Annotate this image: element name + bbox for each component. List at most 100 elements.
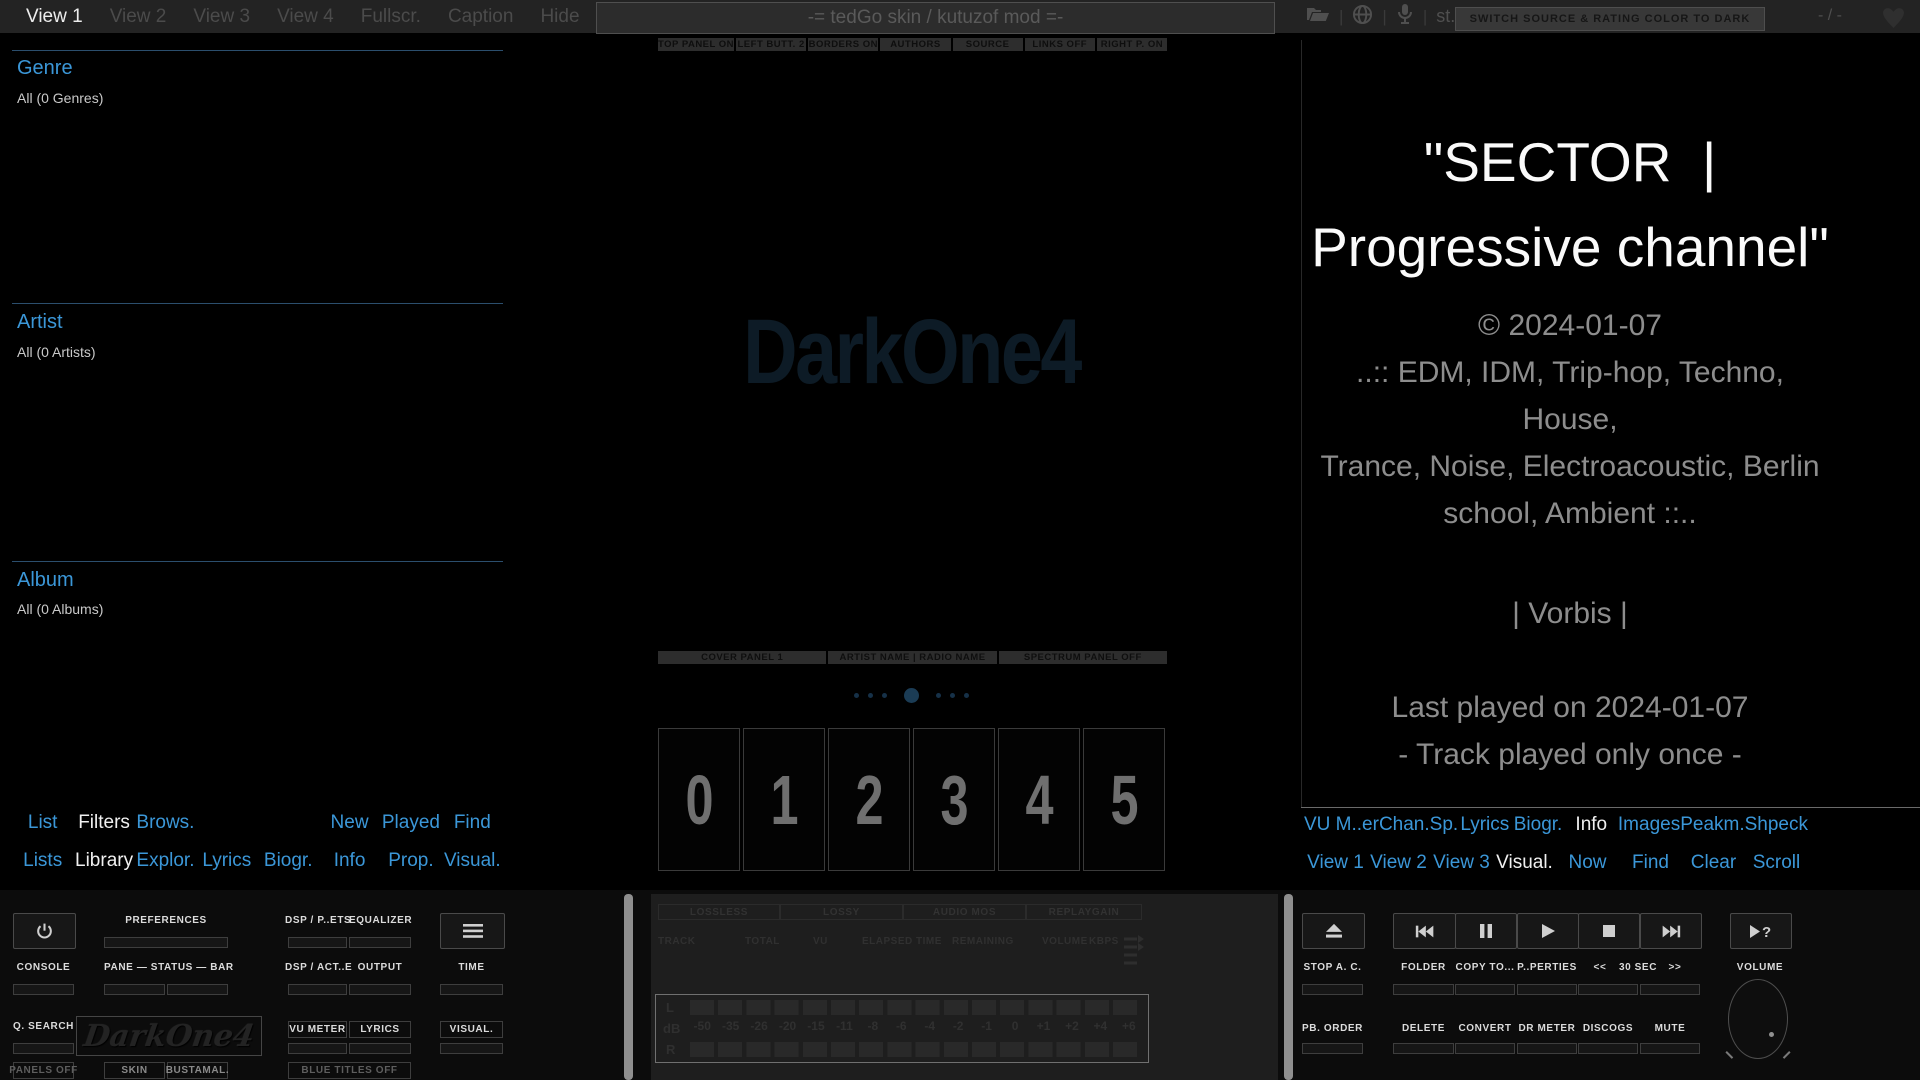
dr-meter-slot[interactable] [1517,1043,1577,1054]
replaygain-button[interactable]: REPLAYGAIN [1026,904,1142,920]
link-right-find[interactable]: Find [1632,852,1669,874]
menu-view4[interactable]: View 4 [277,6,334,28]
link-new[interactable]: New [331,812,369,834]
lyrics-button[interactable]: LYRICS [349,1021,411,1038]
stop-after-current-slot[interactable] [1302,984,1363,995]
link-clear[interactable]: Clear [1691,852,1736,874]
link-right-view3[interactable]: View 3 [1433,852,1490,874]
preferences-slot[interactable] [104,937,228,948]
play-button[interactable] [1517,913,1579,949]
link-find[interactable]: Find [454,812,491,834]
link-library[interactable]: Library [75,850,133,872]
random-play-button[interactable]: ? [1730,913,1792,949]
link-list[interactable]: List [28,812,58,834]
menu-hide[interactable]: Hide [540,6,579,28]
link-played[interactable]: Played [382,812,440,834]
link-lyrics[interactable]: Lyrics [202,850,251,872]
link-images[interactable]: Images [1618,814,1680,836]
genre-section-title[interactable]: Genre [17,57,73,80]
open-folder-icon[interactable] [1306,4,1330,29]
link-visualisation[interactable]: Visual. [444,850,501,872]
pane-slot[interactable] [104,984,165,995]
menu-caption[interactable]: Caption [448,6,514,28]
copy-to-slot[interactable] [1455,984,1515,995]
stop-button[interactable] [1578,913,1640,949]
link-info-right[interactable]: Info [1575,814,1607,836]
panels-off-button[interactable]: PANELS OFF [13,1062,74,1079]
status-bar-slot[interactable] [167,984,228,995]
delete-slot[interactable] [1393,1043,1454,1054]
volume-knob[interactable] [1728,979,1788,1059]
link-vu-meter[interactable]: VU M..er [1304,814,1379,836]
artist-all-row[interactable]: All (0 Artists) [17,344,96,360]
link-explorer[interactable]: Explor. [136,850,194,872]
link-right-visual[interactable]: Visual. [1496,852,1553,874]
link-scroll[interactable]: Scroll [1753,852,1801,874]
power-button[interactable] [13,913,76,949]
quick-search-slot[interactable] [13,1043,74,1054]
album-all-row[interactable]: All (0 Albums) [17,601,103,617]
link-right-view1[interactable]: View 1 [1307,852,1364,874]
tab-links[interactable]: LINKS OFF [1025,38,1095,51]
link-lyrics-right[interactable]: Lyrics [1460,814,1509,836]
lyrics-slot[interactable] [349,1043,411,1054]
link-browse[interactable]: Brows. [136,812,194,834]
switch-source-rating-button[interactable]: SWITCH SOURCE & RATING COLOR TO DARK [1455,7,1765,31]
tab-left-buttons[interactable]: LEFT BUTT. 2 [736,38,806,51]
tab-artist-radio-name[interactable]: ARTIST NAME | RADIO NAME [828,651,996,664]
link-shpeck[interactable]: Shpeck [1745,814,1808,836]
rating-cell-4[interactable]: 4 [998,728,1080,871]
next-button[interactable] [1640,913,1702,949]
seek-back-slot[interactable] [1578,984,1638,995]
album-section-title[interactable]: Album [17,569,74,592]
right-scrollbar[interactable] [1284,894,1293,1080]
folder-slot[interactable] [1393,984,1454,995]
seek-forward-slot[interactable] [1640,984,1700,995]
link-right-view2[interactable]: View 2 [1370,852,1427,874]
pause-button[interactable] [1455,913,1517,949]
audio-mos-button[interactable]: AUDIO MOS [903,904,1026,920]
lossy-button[interactable]: LOSSY [780,904,903,920]
tab-borders[interactable]: BORDERS ON [808,38,878,51]
tab-spectrum-panel[interactable]: SPECTRUM PANEL OFF [999,651,1167,664]
mute-slot[interactable] [1640,1043,1700,1054]
bustamal-button[interactable]: BUSTAMAL. [167,1062,228,1079]
menu-button[interactable] [440,913,505,949]
link-peakmeter[interactable]: Peakm. [1680,814,1744,836]
rating-cell-0[interactable]: 0 [658,728,740,871]
dsp-active-slot[interactable] [288,984,347,995]
visual-button[interactable]: VISUAL. [440,1021,503,1038]
genre-all-row[interactable]: All (0 Genres) [17,90,103,106]
tab-cover-panel[interactable]: COVER PANEL 1 [658,651,826,664]
equalizer-slot[interactable] [349,937,411,948]
tab-right-panel[interactable]: RIGHT P. ON [1097,38,1167,51]
favorite-heart-icon[interactable] [1880,6,1907,34]
tab-top-panel[interactable]: TOP PANEL ON [658,38,734,51]
seek-back-button[interactable]: << [1590,962,1610,973]
artist-section-title[interactable]: Artist [17,311,63,334]
link-now[interactable]: Now [1568,852,1606,874]
menu-view2[interactable]: View 2 [110,6,167,28]
properties-slot[interactable] [1517,984,1577,995]
link-info[interactable]: Info [334,850,366,872]
link-properties[interactable]: Prop. [388,850,433,872]
rating-cell-1[interactable]: 1 [743,728,825,871]
rating-cell-2[interactable]: 2 [828,728,910,871]
globe-icon[interactable] [1352,4,1373,30]
convert-slot[interactable] [1455,1043,1515,1054]
dsp-presets-slot[interactable] [288,937,347,948]
visual-slot[interactable] [440,1043,503,1054]
menu-view3[interactable]: View 3 [193,6,250,28]
link-lists[interactable]: Lists [23,850,62,872]
vu-meter-slot[interactable] [288,1043,347,1054]
playlist-tool-icon[interactable] [1123,934,1145,971]
rating-cell-3[interactable]: 3 [913,728,995,871]
left-scrollbar[interactable] [624,894,633,1080]
eject-button[interactable] [1302,913,1365,949]
discogs-slot[interactable] [1578,1043,1638,1054]
menu-fullscreen[interactable]: Fullscr. [361,6,421,28]
seek-forward-button[interactable]: >> [1665,962,1685,973]
link-channel-spectrum[interactable]: Chan.Sp. [1379,814,1458,836]
link-biography-right[interactable]: Biogr. [1514,814,1563,836]
previous-button[interactable] [1393,913,1456,949]
